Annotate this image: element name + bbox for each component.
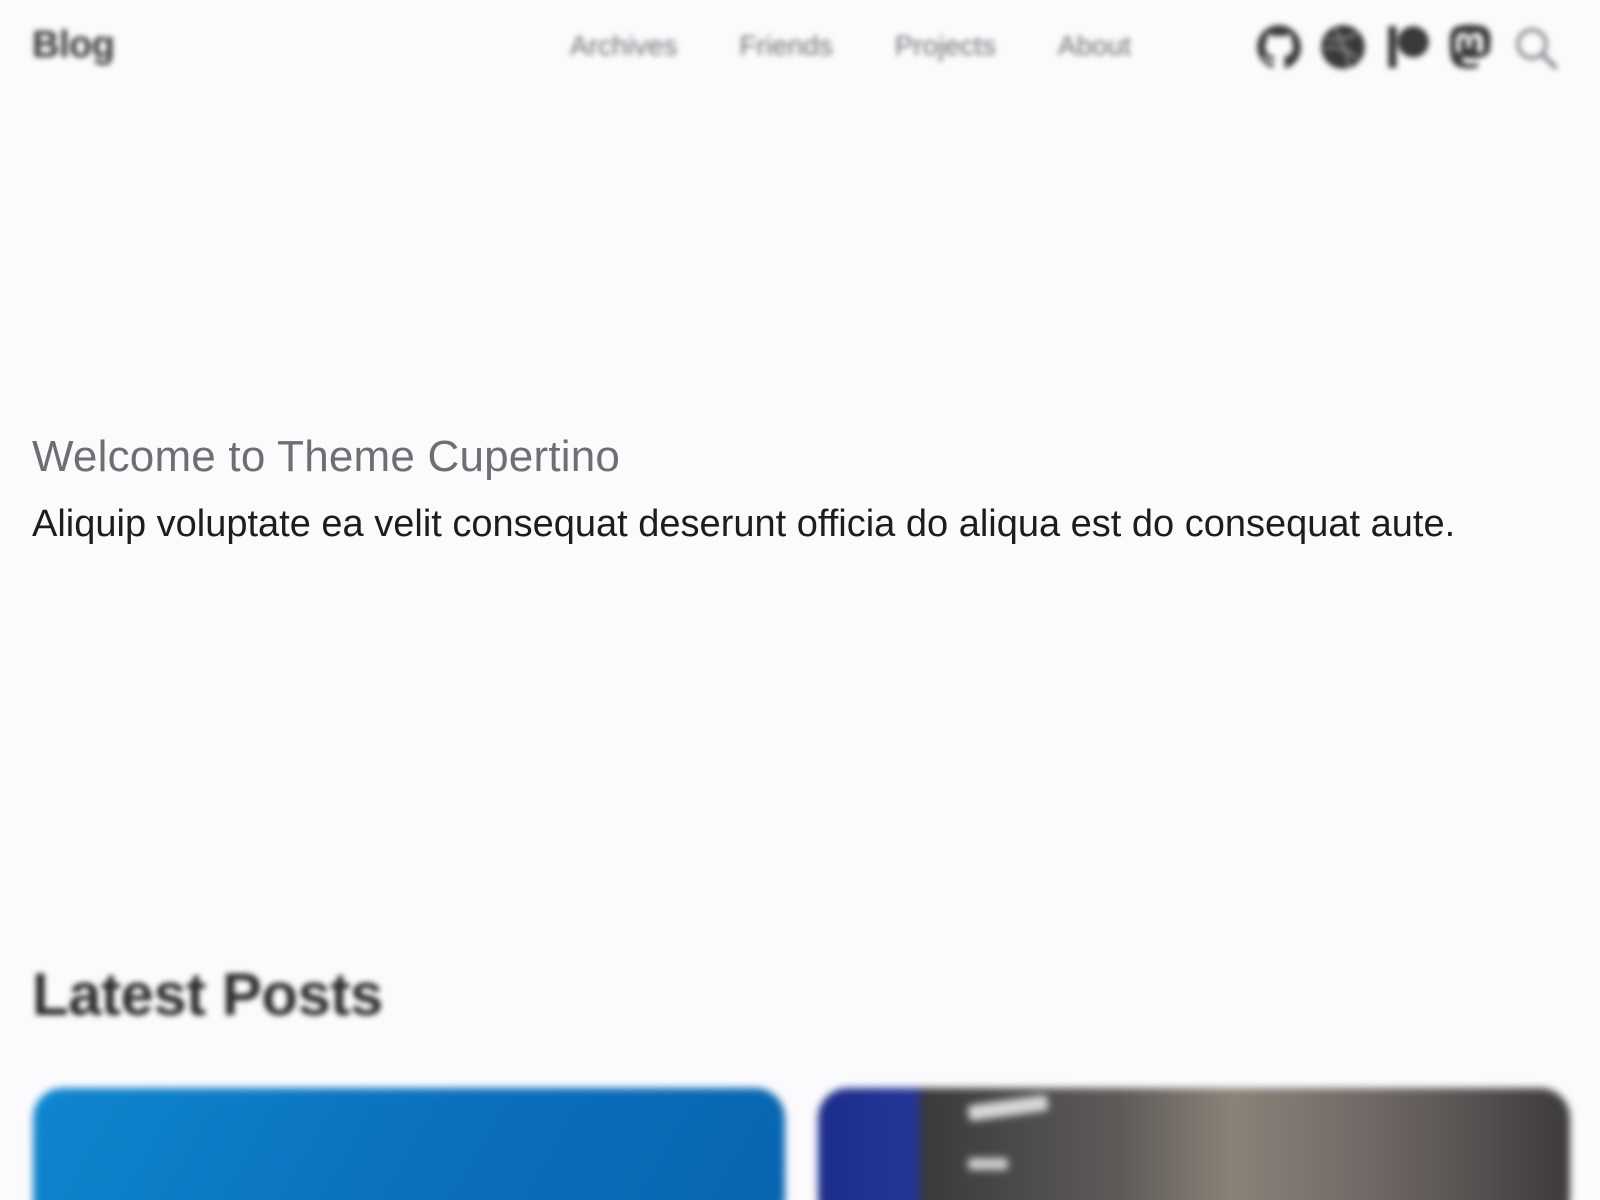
hero-title: Welcome to Theme Cupertino (32, 432, 621, 481)
search-icon[interactable] (1512, 24, 1560, 72)
social-links (1254, 22, 1496, 72)
nav-item-archives[interactable]: Archives (570, 30, 677, 62)
mastodon-icon[interactable] (1446, 22, 1496, 72)
dribbble-icon[interactable] (1318, 22, 1368, 72)
nav-item-about[interactable]: About (1058, 30, 1131, 62)
post-card-image-detail (968, 1158, 1008, 1170)
site-header: Blog Archives Friends Projects About (0, 0, 1600, 100)
page: Blog Archives Friends Projects About Wel… (0, 0, 1600, 1200)
patreon-icon[interactable] (1382, 22, 1432, 72)
post-card[interactable] (818, 1088, 1570, 1200)
post-card[interactable] (33, 1088, 785, 1200)
nav-item-projects[interactable]: Projects (895, 30, 996, 62)
main-nav: Archives Friends Projects About (570, 30, 1131, 62)
nav-item-friends[interactable]: Friends (739, 30, 832, 62)
github-icon[interactable] (1254, 22, 1304, 72)
hero-subtitle: Aliquip voluptate ea velit consequat des… (32, 503, 1456, 545)
post-card-image-detail (967, 1094, 1049, 1122)
brand-link[interactable]: Blog (32, 24, 115, 67)
latest-posts-heading: Latest Posts (32, 961, 383, 1028)
